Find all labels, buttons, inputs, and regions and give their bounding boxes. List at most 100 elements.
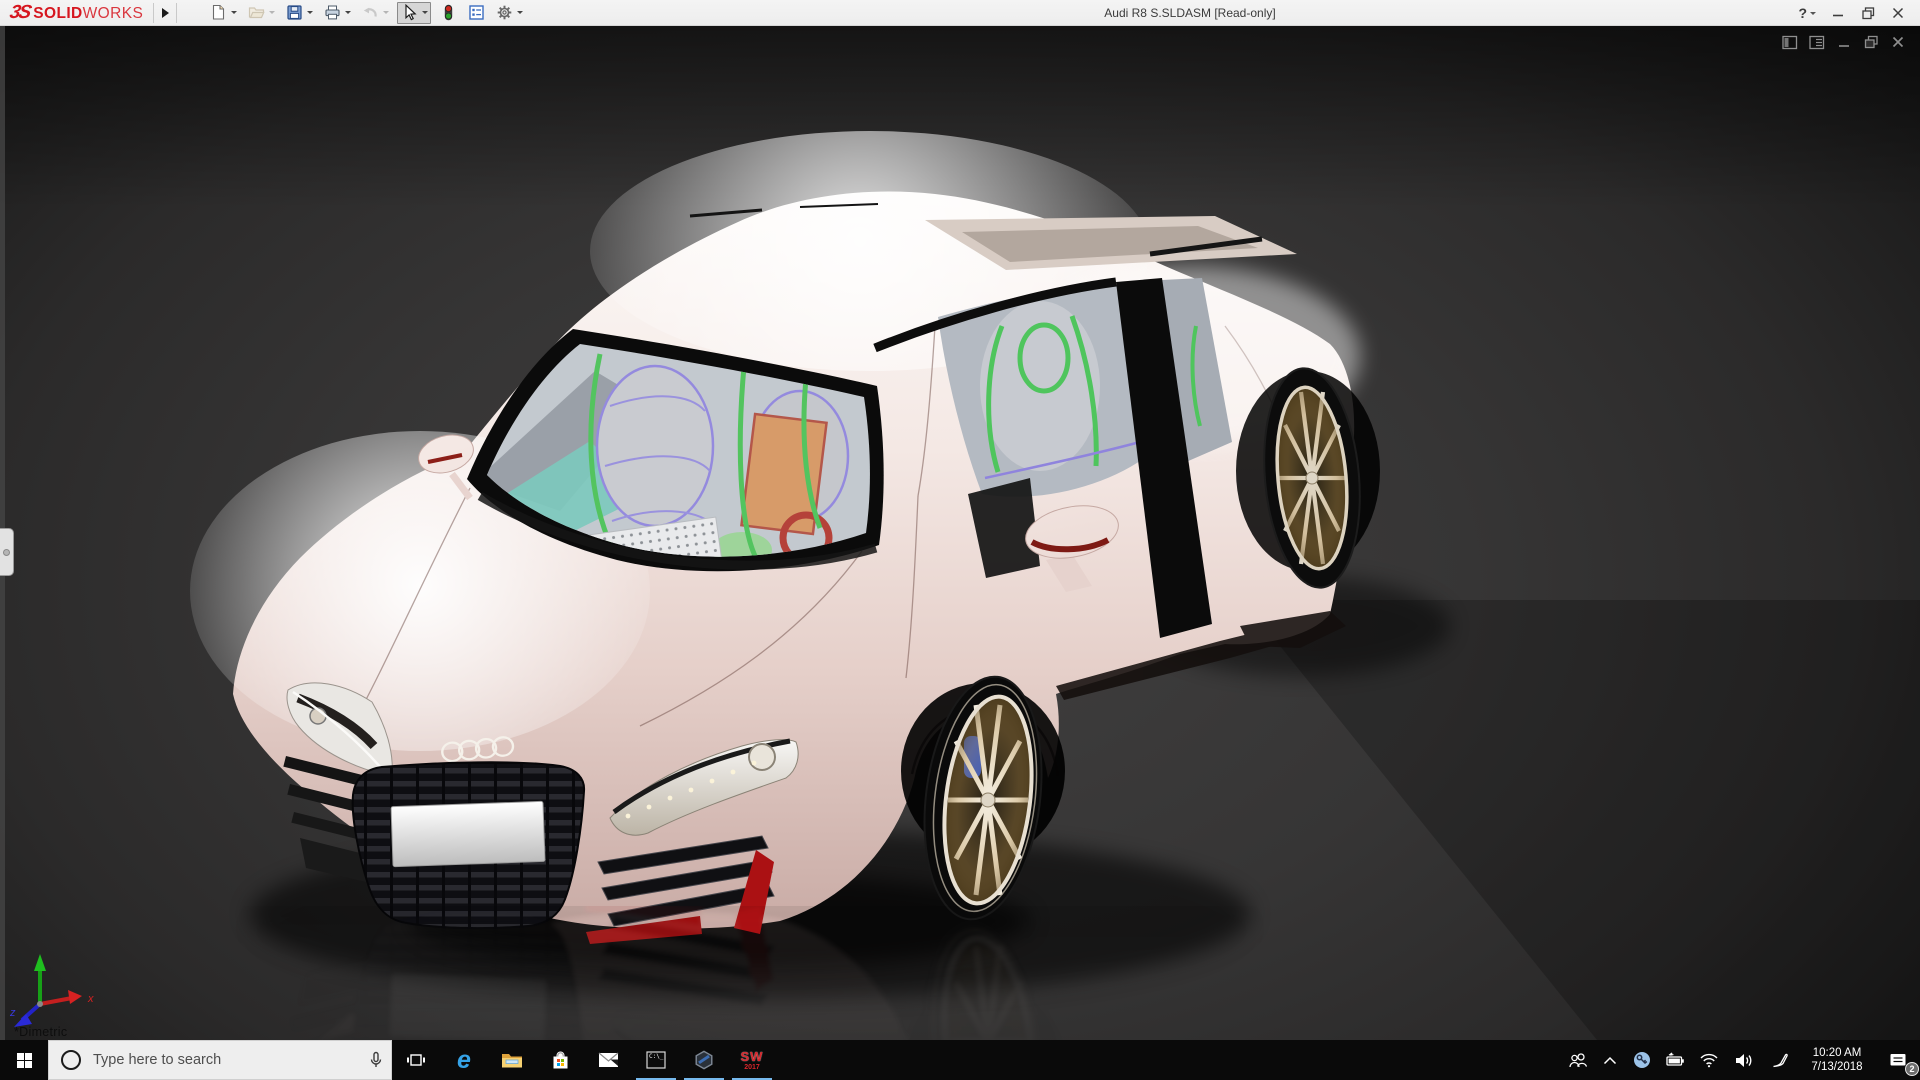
open-dropdown[interactable] — [267, 2, 277, 24]
new-document-button[interactable] — [207, 2, 229, 24]
minimize-icon — [1839, 45, 1849, 47]
people-button[interactable] — [1560, 1040, 1594, 1080]
triad-z-label: z — [9, 1007, 16, 1019]
3d-viewport-canvas[interactable] — [0, 26, 1920, 1040]
close-button[interactable] — [1884, 0, 1912, 26]
separator — [153, 2, 155, 23]
right-triangle-icon — [161, 7, 169, 18]
edrawings-hexagon-icon — [695, 1050, 713, 1070]
key-app-button[interactable] — [1626, 1040, 1658, 1080]
doc-minimize-button[interactable] — [1834, 33, 1854, 51]
undo-button[interactable] — [359, 2, 381, 24]
display-pane-button[interactable] — [1807, 33, 1827, 51]
start-button[interactable] — [0, 1040, 48, 1080]
store-icon — [553, 1051, 567, 1068]
cortana-icon — [61, 1050, 81, 1070]
file-properties-button[interactable] — [465, 2, 487, 24]
window-controls: ? — [1792, 0, 1912, 26]
car-floor-reflection — [190, 843, 1450, 1040]
options-dropdown[interactable] — [515, 2, 525, 24]
triad-x-label: x — [87, 993, 94, 1005]
open-button[interactable] — [245, 2, 267, 24]
microphone-icon[interactable] — [361, 1051, 391, 1069]
battery-icon — [1666, 1052, 1684, 1066]
print-button[interactable] — [321, 2, 343, 24]
toolbar-flyout-button[interactable] — [156, 2, 174, 24]
chevron-up-icon — [1603, 1056, 1617, 1064]
restore-icon — [1861, 6, 1874, 19]
taskbar-icon-command-prompt[interactable]: C:\_ — [632, 1040, 680, 1080]
options-button[interactable] — [493, 2, 515, 24]
close-icon — [1892, 36, 1904, 48]
document-window-controls — [1780, 33, 1908, 51]
taskbar-icon-store[interactable] — [536, 1040, 584, 1080]
3d-viewport[interactable]: x z *Dimetric — [0, 26, 1920, 1040]
volume-button[interactable] — [1726, 1040, 1762, 1080]
date-text: 7/13/2018 — [1811, 1061, 1863, 1073]
taskbar-icon-file-explorer[interactable] — [488, 1040, 536, 1080]
help-button[interactable]: ? — [1792, 0, 1822, 26]
solidworks-logo: 3S SOLID WORKS — [7, 1, 144, 23]
search-input[interactable] — [91, 1051, 361, 1069]
save-group — [283, 2, 315, 24]
chevron-down-icon — [1810, 11, 1816, 15]
speaker-icon — [1736, 1053, 1752, 1067]
undo-arrow-icon — [363, 7, 377, 17]
traffic-light-icon — [444, 4, 452, 21]
system-tray: 10:20 AM 7/13/2018 2 — [1560, 1040, 1920, 1080]
action-center-button[interactable]: 2 — [1876, 1040, 1920, 1080]
taskbar-icon-solidworks-2017[interactable]: SW 2017 — [728, 1040, 776, 1080]
close-icon — [1892, 7, 1904, 19]
taskbar-search[interactable] — [48, 1040, 392, 1080]
tab-dot-icon — [3, 548, 10, 556]
feature-manager-collapsed-tab[interactable] — [0, 528, 14, 576]
open-group — [245, 2, 277, 24]
select-group — [397, 1, 432, 24]
open-folder-icon — [248, 7, 265, 19]
file-properties-group — [465, 2, 487, 24]
file-explorer-icon — [502, 1054, 522, 1068]
select-dropdown[interactable] — [420, 2, 430, 24]
undo-group — [359, 2, 391, 24]
window-title: Audi R8 S.SLDASM [Read-only] — [1104, 6, 1276, 20]
printer-icon — [325, 5, 340, 20]
standard-toolbar — [207, 0, 531, 26]
save-button[interactable] — [283, 2, 305, 24]
pane-left-icon — [1782, 35, 1798, 49]
save-dropdown[interactable] — [305, 2, 315, 24]
task-view-button[interactable] — [392, 1040, 440, 1080]
taskbar-clock[interactable]: 10:20 AM 7/13/2018 — [1798, 1040, 1876, 1080]
solidworks-2017-icon: SW 2017 — [740, 1048, 764, 1071]
new-document-icon — [212, 4, 224, 20]
rebuild-button[interactable] — [437, 2, 459, 24]
gear-icon — [497, 5, 511, 20]
restore-button[interactable] — [1854, 0, 1882, 26]
wifi-icon — [1700, 1053, 1718, 1068]
people-icon — [1568, 1052, 1587, 1067]
print-dropdown[interactable] — [343, 2, 353, 24]
minimize-icon — [1833, 14, 1843, 17]
taskbar-icon-edge[interactable]: e — [440, 1040, 488, 1080]
windows-logo-icon — [16, 1052, 32, 1068]
new-document-dropdown[interactable] — [229, 2, 239, 24]
select-tool-button[interactable] — [398, 2, 420, 24]
feature-pane-button[interactable] — [1780, 33, 1800, 51]
task-view-icon — [407, 1054, 425, 1066]
doc-close-button[interactable] — [1888, 33, 1908, 51]
taskbar-icon-mail[interactable] — [584, 1040, 632, 1080]
properties-list-icon — [468, 5, 484, 20]
separator — [176, 2, 178, 23]
network-button[interactable] — [1692, 1040, 1726, 1080]
save-floppy-icon — [287, 5, 302, 20]
mail-icon — [598, 1052, 618, 1067]
minimize-button[interactable] — [1824, 0, 1852, 26]
doc-restore-button[interactable] — [1861, 33, 1881, 51]
windows-ink-button[interactable] — [1762, 1040, 1798, 1080]
print-group — [321, 2, 353, 24]
rebuild-group — [437, 2, 459, 24]
restore-icon — [1864, 35, 1878, 49]
taskbar-icon-edrawings[interactable] — [680, 1040, 728, 1080]
power-status-button[interactable] — [1658, 1040, 1692, 1080]
undo-dropdown[interactable] — [381, 2, 391, 24]
tray-overflow-button[interactable] — [1594, 1040, 1626, 1080]
